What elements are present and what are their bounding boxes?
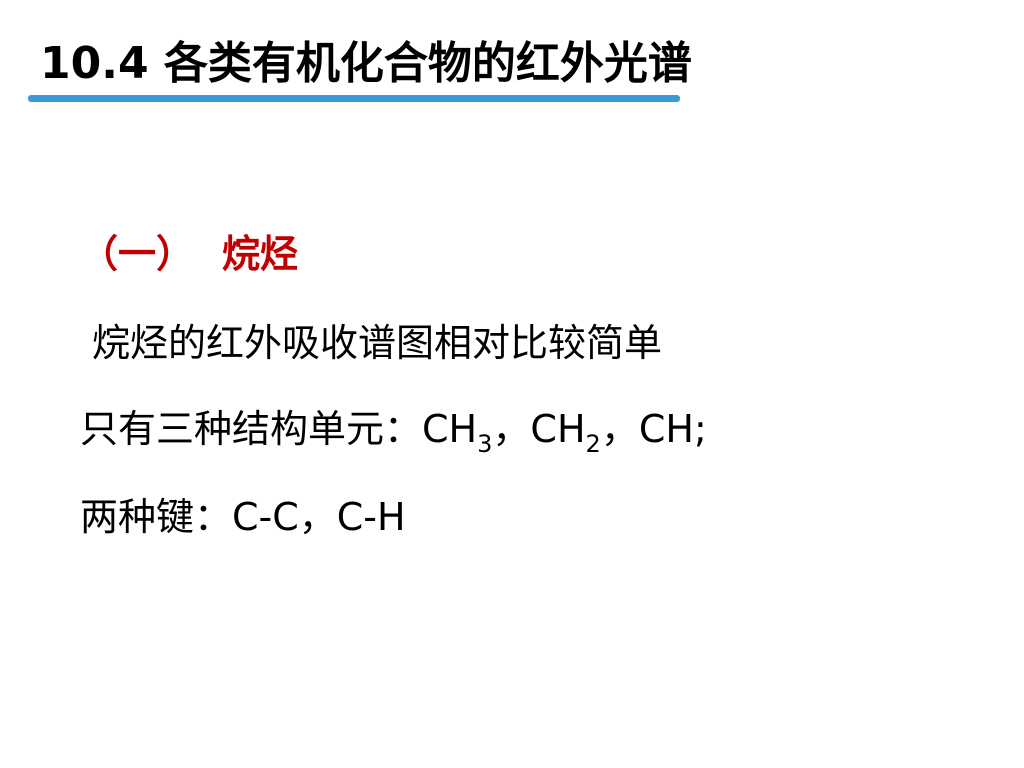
body-line-structural-units: 只有三种结构单元：CH3，CH2，CH; bbox=[80, 404, 707, 456]
section-number: （一） bbox=[80, 232, 195, 276]
unit-ch2: CH bbox=[530, 407, 586, 451]
title-underline bbox=[28, 95, 680, 102]
body-line-description: 烷烃的红外吸收谱图相对比较简单 bbox=[92, 321, 663, 365]
section-name: 烷烃 bbox=[222, 232, 299, 276]
slide: 10.4 各类有机化合物的红外光谱 （一） 烷烃 烷烃的红外吸收谱图相对比较简单 … bbox=[0, 0, 1024, 768]
unit-ch3: CH bbox=[422, 407, 478, 451]
separator: ， bbox=[492, 407, 531, 451]
unit-ch2-subscript: 2 bbox=[585, 430, 601, 458]
unit-ch: CH bbox=[638, 407, 694, 451]
section-heading: （一） 烷烃 bbox=[80, 228, 298, 280]
slide-title: 10.4 各类有机化合物的红外光谱 bbox=[40, 38, 692, 89]
line-end: ; bbox=[693, 407, 707, 451]
body-line-bonds: 两种键：C-C，C-H bbox=[80, 495, 406, 539]
structural-units-prefix: 只有三种结构单元： bbox=[80, 407, 423, 451]
separator: ， bbox=[600, 407, 639, 451]
unit-ch3-subscript: 3 bbox=[477, 430, 493, 458]
